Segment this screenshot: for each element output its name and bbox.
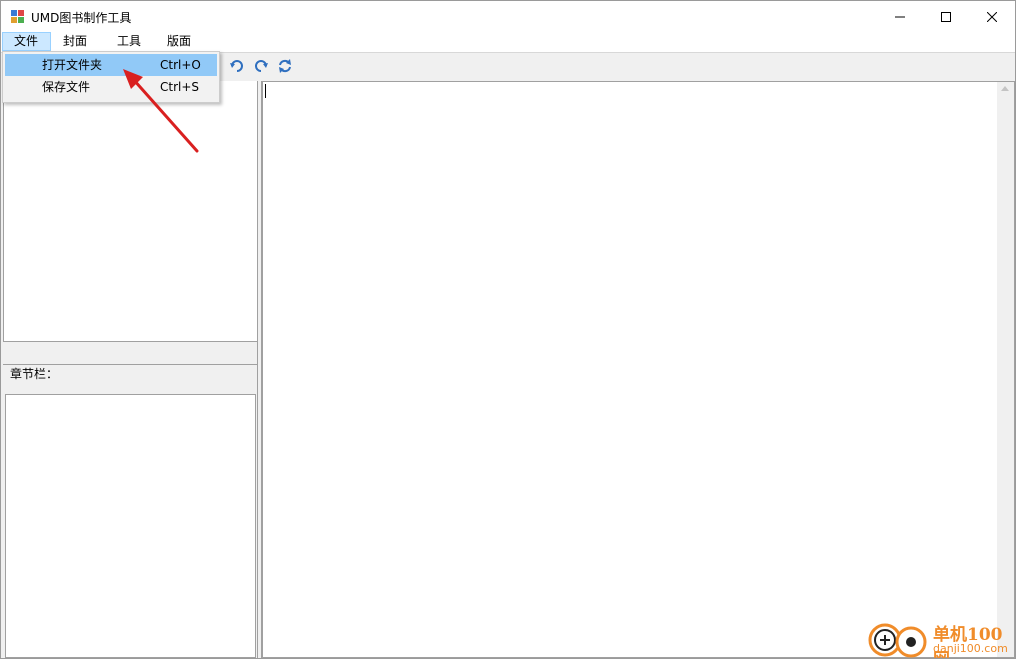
watermark-logo-icon [868, 623, 927, 658]
chapter-label: 章节栏： [10, 367, 59, 381]
annotation-arrow-icon [123, 69, 199, 153]
close-icon [987, 11, 997, 22]
redo-icon[interactable] [253, 58, 269, 74]
title-bar: UMD图书制作工具 [1, 1, 1015, 32]
refresh-icon[interactable] [277, 58, 293, 74]
menu-open-folder-label: 打开文件夹 [42, 58, 103, 72]
chapter-header: 章节栏： [3, 364, 257, 395]
minimize-icon [895, 16, 905, 17]
chapter-list[interactable] [5, 394, 256, 658]
watermark: 单机100网 danji100.com [867, 618, 1015, 658]
maximize-icon [941, 11, 951, 22]
scroll-up-icon[interactable] [1001, 86, 1009, 91]
app-window: UMD图书制作工具 文件 封面 工具 版面 章节栏： 打开文件夹 Ctrl+O … [0, 0, 1016, 659]
menu-file[interactable]: 文件 [2, 32, 51, 51]
undo-icon[interactable] [229, 58, 245, 74]
menu-save-file-label: 保存文件 [42, 80, 91, 94]
window-title: UMD图书制作工具 [31, 11, 132, 25]
menu-cover[interactable]: 封面 [52, 32, 98, 51]
content-editor[interactable] [262, 81, 1015, 658]
app-icon [11, 10, 24, 23]
maximize-button[interactable] [923, 1, 969, 32]
vertical-scrollbar[interactable] [997, 82, 1014, 657]
watermark-url: danji100.com [933, 642, 1008, 655]
minimize-button[interactable] [877, 1, 923, 32]
menu-bar: 文件 封面 工具 版面 [1, 32, 1015, 52]
menu-tools[interactable]: 工具 [106, 32, 152, 51]
text-caret [265, 84, 266, 98]
close-button[interactable] [969, 1, 1015, 32]
panel-divider [3, 342, 257, 364]
menu-layout[interactable]: 版面 [156, 32, 202, 51]
